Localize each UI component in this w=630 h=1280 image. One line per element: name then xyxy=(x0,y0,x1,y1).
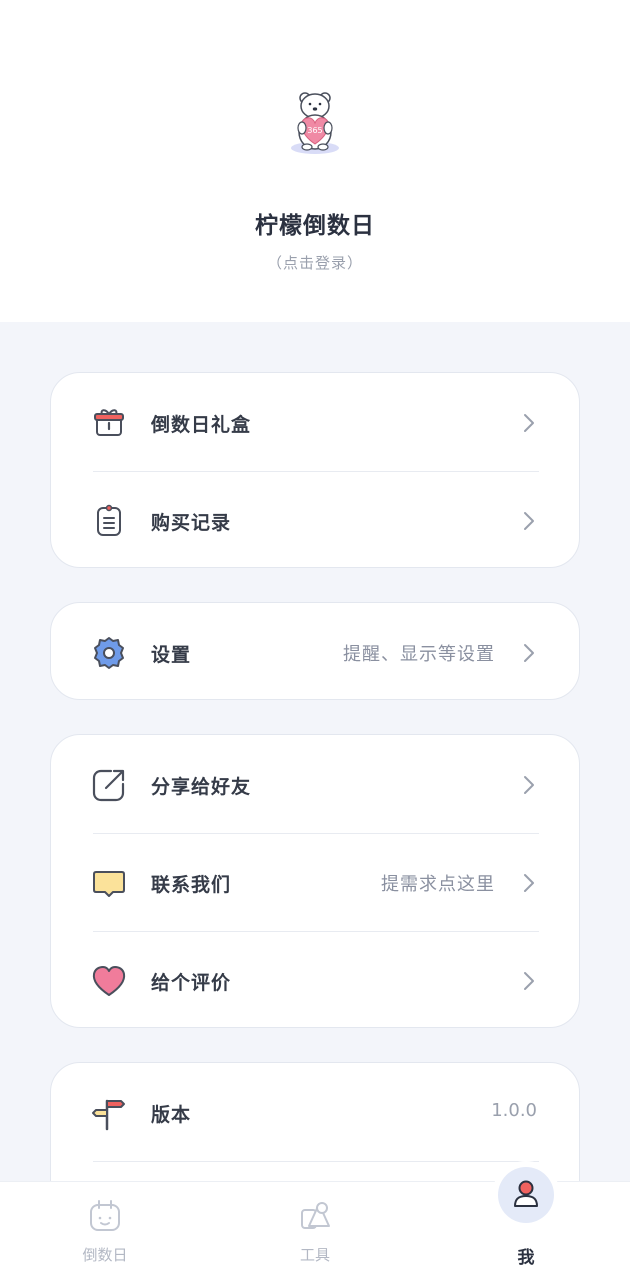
menu-item-label: 版本 xyxy=(151,1104,192,1126)
app-name: 柠檬倒数日 xyxy=(255,213,375,239)
menu-item-label: 分享给好友 xyxy=(151,776,252,798)
menu-card-settings: 设置 提醒、显示等设置 xyxy=(50,602,580,700)
tab-me[interactable] xyxy=(492,1161,560,1229)
chat-bubble-icon xyxy=(91,865,127,901)
gear-icon xyxy=(91,635,127,671)
heart-icon xyxy=(91,963,127,999)
menu-item-label: 设置 xyxy=(151,644,192,666)
chevron-right-icon xyxy=(523,775,535,795)
menu-item-version: 版本 1.0.0 xyxy=(51,1063,581,1161)
chevron-right-icon xyxy=(523,643,535,663)
signpost-icon xyxy=(91,1095,127,1131)
profile-header[interactable]: 365 柠檬倒数日 （点击登录） xyxy=(0,0,630,322)
menu-item-rate-app[interactable]: 给个评价 xyxy=(51,931,581,1029)
polar-bear-heart-icon: 365 xyxy=(291,92,339,154)
menu-item-contact-us[interactable]: 联系我们 提需求点这里 xyxy=(51,833,581,931)
menu-item-label: 给个评价 xyxy=(151,972,232,994)
tools-icon xyxy=(297,1198,333,1234)
menu-item-gift-box[interactable]: 倒数日礼盒 xyxy=(51,373,581,471)
gift-icon xyxy=(91,405,127,441)
chevron-right-icon xyxy=(523,873,535,893)
menu-item-subtitle: 提醒、显示等设置 xyxy=(343,644,495,665)
menu-item-settings[interactable]: 设置 提醒、显示等设置 xyxy=(51,603,581,701)
menu-item-label: 联系我们 xyxy=(151,874,232,896)
bear-mascot-avatar[interactable]: 365 xyxy=(278,82,352,160)
menu-item-purchase-history[interactable]: 购买记录 xyxy=(51,471,581,569)
chevron-right-icon xyxy=(523,971,535,991)
chevron-right-icon xyxy=(523,413,535,433)
tab-me-highlight xyxy=(498,1167,554,1223)
divider xyxy=(93,1161,539,1162)
tab-tools[interactable]: 工具 xyxy=(255,1182,375,1280)
menu-item-subtitle: 提需求点这里 xyxy=(381,874,495,895)
user-icon xyxy=(514,1180,538,1207)
version-number: 1.0.0 xyxy=(491,1100,537,1121)
menu-item-label: 倒数日礼盒 xyxy=(151,414,252,436)
clipboard-icon xyxy=(91,503,127,539)
calendar-icon xyxy=(87,1198,123,1234)
tab-label: 倒数日 xyxy=(82,1246,128,1264)
tab-label-active: 我 xyxy=(517,1248,535,1268)
avatar-badge-text: 365 xyxy=(307,126,322,135)
chevron-right-icon xyxy=(523,511,535,531)
menu-item-label: 购买记录 xyxy=(151,512,232,534)
share-icon xyxy=(91,767,127,803)
tab-countdown[interactable]: 倒数日 xyxy=(45,1182,165,1280)
menu-card-purchases: 倒数日礼盒 购买记录 xyxy=(50,372,580,568)
tab-label: 工具 xyxy=(299,1246,330,1264)
menu-card-social: 分享给好友 联系我们 提需求点这里 给个评价 xyxy=(50,734,580,1028)
login-hint-link[interactable]: （点击登录） xyxy=(0,252,630,273)
menu-item-share[interactable]: 分享给好友 xyxy=(51,735,581,833)
